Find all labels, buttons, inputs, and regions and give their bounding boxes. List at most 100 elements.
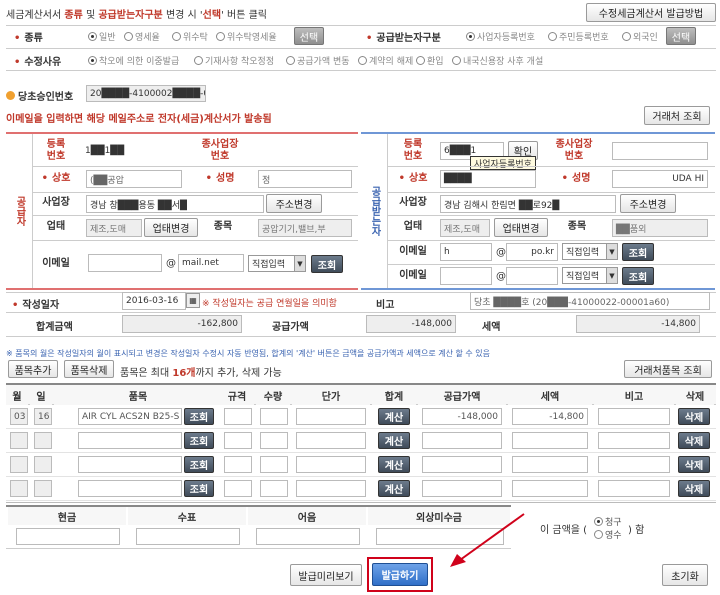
kind-option-consign[interactable]: 위수탁 — [172, 30, 208, 43]
row-tax-field[interactable] — [512, 432, 588, 449]
row-item-lookup-button[interactable]: 조회 — [184, 456, 214, 473]
radio-icon[interactable] — [88, 32, 97, 41]
buyer-email2-lookup-button[interactable]: 조회 — [622, 267, 654, 285]
row-remark-field[interactable] — [598, 480, 670, 497]
radio-icon[interactable] — [172, 32, 181, 41]
buyer-email2-select[interactable]: 직접입력 ▼ — [562, 267, 618, 284]
row-remark-field[interactable] — [598, 456, 670, 473]
row-price-field[interactable] — [296, 480, 366, 497]
buyer-email2-local[interactable] — [440, 267, 492, 285]
row-calc-button[interactable]: 계산 — [378, 480, 410, 497]
row-delete-button[interactable]: 삭제 — [678, 456, 710, 473]
buyer-addr-change-button[interactable]: 주소변경 — [620, 194, 676, 213]
buyer-email2-domain[interactable] — [506, 267, 558, 285]
row-delete-button[interactable]: 삭제 — [678, 408, 710, 425]
row-tax-field[interactable] — [512, 480, 588, 497]
item-delete-button[interactable]: 품목삭제 — [64, 360, 114, 378]
radio-icon[interactable] — [194, 56, 203, 65]
kind-option-general[interactable]: 일반 — [88, 30, 116, 43]
row-spec-field[interactable] — [224, 480, 252, 497]
recipient-option-foreigner[interactable]: 외국인 — [622, 30, 658, 43]
row-remark-field[interactable] — [598, 408, 670, 425]
row-calc-button[interactable]: 계산 — [378, 456, 410, 473]
buyer-email1-lookup-button[interactable]: 조회 — [622, 243, 654, 261]
buyer-email1-select[interactable]: 직접입력 ▼ — [562, 243, 618, 260]
row-item-field[interactable] — [78, 456, 182, 473]
supplier-type-change-button[interactable]: 업태변경 — [144, 218, 198, 237]
date-field[interactable]: 2016-03-16 — [122, 292, 186, 310]
row-item-lookup-button[interactable]: 조회 — [184, 480, 214, 497]
supplier-email-local[interactable] — [88, 254, 162, 272]
supplier-email-domain[interactable]: mail.net — [178, 254, 244, 272]
reason-option-local-lc[interactable]: 내국신용장 사후 개설 — [452, 54, 543, 67]
row-price-field[interactable] — [296, 408, 366, 425]
row-price-field[interactable] — [296, 432, 366, 449]
kind-select-button[interactable]: 선택 — [294, 27, 324, 45]
row-calc-button[interactable]: 계산 — [378, 432, 410, 449]
row-item-lookup-button[interactable]: 조회 — [184, 408, 214, 425]
payment-cash-field[interactable] — [16, 528, 120, 545]
row-qty-field[interactable] — [260, 408, 288, 425]
reason-option-duplicate[interactable]: 착오에 의한 이중발급 — [88, 54, 179, 67]
supplier-addr-change-button[interactable]: 주소변경 — [266, 194, 322, 213]
radio-icon[interactable] — [88, 56, 97, 65]
reason-option-cancel[interactable]: 계약의 해제 — [358, 54, 413, 67]
reason-option-return[interactable]: 환입 — [416, 54, 444, 67]
remark-field[interactable]: 당초 ████호 (20███-41000022-00001a60) — [470, 292, 710, 310]
payment-check-field[interactable] — [136, 528, 240, 545]
buyer-type-change-button[interactable]: 업태변경 — [494, 218, 548, 237]
radio-icon[interactable] — [452, 56, 461, 65]
calendar-icon[interactable]: ▦ — [186, 293, 200, 308]
supplier-name-field[interactable]: (██공압 — [86, 170, 182, 188]
payment-note-field[interactable] — [256, 528, 360, 545]
kind-option-zero-rate[interactable]: 영세율 — [124, 30, 160, 43]
row-price-field[interactable] — [296, 456, 366, 473]
radio-icon[interactable] — [416, 56, 425, 65]
radio-icon[interactable] — [466, 32, 475, 41]
reason-option-supply-change[interactable]: 공급가액 변동 — [286, 54, 350, 67]
radio-icon[interactable] — [124, 32, 133, 41]
radio-icon[interactable] — [622, 32, 631, 41]
supplier-branch-value[interactable] — [252, 142, 352, 160]
recipient-option-bizno[interactable]: 사업자등록번호 — [466, 30, 535, 43]
issue-preview-button[interactable]: 발급미리보기 — [290, 564, 362, 586]
row-supply-field[interactable] — [422, 480, 502, 497]
radio-icon[interactable] — [216, 32, 225, 41]
row-spec-field[interactable] — [224, 408, 252, 425]
row-item-lookup-button[interactable]: 조회 — [184, 432, 214, 449]
reset-button[interactable]: 초기화 — [662, 564, 708, 586]
radio-icon[interactable] — [358, 56, 367, 65]
issue-method-button[interactable]: 수정세금계산서 발급방법 — [586, 3, 716, 22]
buyer-name-field[interactable]: ████ — [440, 170, 536, 188]
supplier-email-select[interactable]: 직접입력 ▼ — [248, 255, 306, 272]
recipient-option-resident[interactable]: 주민등록번호 — [548, 30, 609, 43]
row-item-field[interactable] — [78, 432, 182, 449]
row-tax-field[interactable] — [512, 456, 588, 473]
partner-lookup-button[interactable]: 거래처 조회 — [644, 106, 710, 125]
row-supply-field[interactable] — [422, 432, 502, 449]
row-delete-button[interactable]: 삭제 — [678, 432, 710, 449]
row-item-field[interactable] — [78, 480, 182, 497]
row-qty-field[interactable] — [260, 432, 288, 449]
supplier-email-lookup-button[interactable]: 조회 — [311, 255, 343, 273]
radio-icon[interactable] — [548, 32, 557, 41]
buyer-branch-field[interactable] — [612, 142, 708, 160]
row-spec-field[interactable] — [224, 432, 252, 449]
radio-icon[interactable] — [594, 530, 603, 539]
buyer-addr-field[interactable]: 경남 김해시 한림면 ██로92█ — [440, 195, 616, 213]
row-qty-field[interactable] — [260, 456, 288, 473]
row-item-field[interactable]: AIR CYL ACS2N B25-S — [78, 408, 182, 425]
amount-option-charge[interactable]: 청구 — [594, 515, 622, 528]
radio-icon[interactable] — [594, 517, 603, 526]
row-spec-field[interactable] — [224, 456, 252, 473]
row-remark-field[interactable] — [598, 432, 670, 449]
amount-option-receipt[interactable]: 영수 — [594, 528, 622, 541]
recipient-select-button[interactable]: 선택 — [666, 27, 696, 45]
row-tax-field[interactable]: -14,800 — [512, 408, 588, 425]
row-supply-field[interactable]: -148,000 — [422, 408, 502, 425]
kind-option-consign-zero[interactable]: 위수탁영세율 — [216, 30, 277, 43]
supplier-rep-field[interactable]: 정 — [258, 170, 352, 188]
radio-icon[interactable] — [286, 56, 295, 65]
buyer-rep-field[interactable]: UDA HI — [612, 170, 708, 188]
partner-item-lookup-button[interactable]: 거래처품목 조회 — [624, 360, 712, 378]
